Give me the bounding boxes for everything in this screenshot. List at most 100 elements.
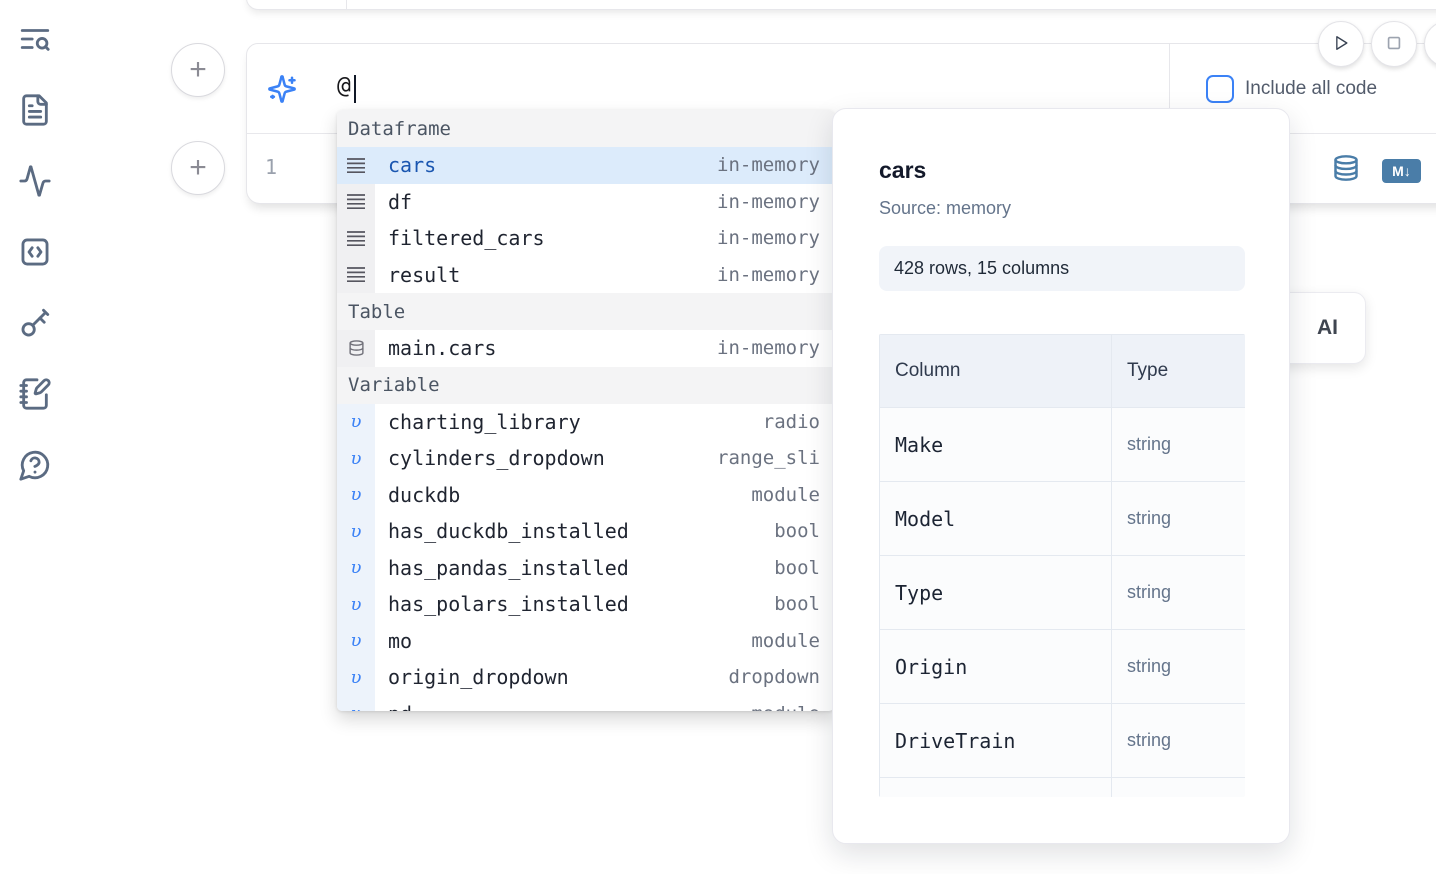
help-button[interactable]: [18, 449, 52, 483]
completion-section-header: Variable: [337, 367, 834, 404]
schema-cell-column: [880, 778, 1112, 798]
completion-item-name: charting_library: [375, 410, 763, 434]
variable-icon: υ: [337, 696, 375, 712]
variable-icon: υ: [337, 404, 375, 441]
database-icon[interactable]: [1332, 154, 1360, 187]
variable-icon: υ: [337, 440, 375, 477]
autocomplete-dropdown: Dataframecarsin-memorydfin-memoryfiltere…: [337, 110, 834, 711]
completion-item-name: origin_dropdown: [375, 665, 728, 689]
completion-item-name: has_pandas_installed: [375, 556, 774, 580]
completion-item-type: module: [751, 630, 834, 652]
completion-item-has_pandas_installed[interactable]: υhas_pandas_installedbool: [337, 550, 834, 587]
schema-row: DriveTrainstring: [880, 704, 1246, 778]
dataframe-preview-panel: cars Source: memory 428 rows, 15 columns…: [832, 108, 1290, 844]
text-cursor: [354, 75, 356, 103]
completion-item-type: in-memory: [717, 264, 834, 286]
schema-cell-column: DriveTrain: [880, 704, 1112, 778]
schema-cell-column: Model: [880, 482, 1112, 556]
completion-item-type: radio: [763, 411, 834, 433]
completion-item-type: in-memory: [717, 154, 834, 176]
schema-row: Modelstring: [880, 482, 1246, 556]
completion-item-filtered_cars[interactable]: filtered_carsin-memory: [337, 220, 834, 257]
completion-item-pd[interactable]: υpdmodule: [337, 696, 834, 712]
completion-item-df[interactable]: dfin-memory: [337, 184, 834, 221]
schema-header-column: Column: [880, 335, 1112, 408]
schema-row: Typestring: [880, 556, 1246, 630]
scratchpad-button[interactable]: [18, 378, 52, 412]
completion-item-name: duckdb: [375, 483, 751, 507]
completion-item-name: cars: [375, 153, 717, 177]
completion-item-name: has_duckdb_installed: [375, 519, 774, 543]
stop-button[interactable]: [1371, 21, 1417, 67]
key-icon: [18, 306, 52, 343]
schema-row: [880, 778, 1246, 798]
completion-item-cylinders_dropdown[interactable]: υcylinders_dropdownrange_sli: [337, 440, 834, 477]
completion-item-name: df: [375, 190, 717, 214]
preview-source: Source: memory: [879, 198, 1245, 219]
completion-item-mo[interactable]: υmomodule: [337, 623, 834, 660]
completion-item-name: filtered_cars: [375, 226, 717, 250]
secrets-button[interactable]: [18, 307, 52, 341]
dataframe-rows-icon: [337, 220, 375, 257]
completion-item-type: dropdown: [728, 666, 834, 688]
variable-icon: υ: [337, 659, 375, 696]
dependencies-button[interactable]: [18, 165, 52, 199]
add-cell-above-button[interactable]: +: [171, 43, 225, 97]
include-all-code-label: Include all code: [1245, 78, 1377, 100]
completion-item-name: mo: [375, 629, 751, 653]
completion-item-name: cylinders_dropdown: [375, 446, 717, 470]
completion-item-cars[interactable]: carsin-memory: [337, 147, 834, 184]
cell-toolbar: M↓: [1332, 154, 1421, 187]
documentation-button[interactable]: [18, 94, 52, 128]
schema-cell-type: string: [1112, 704, 1246, 778]
snippets-button[interactable]: [18, 236, 52, 270]
completion-item-result[interactable]: resultin-memory: [337, 257, 834, 294]
ai-card-label: AI: [1317, 316, 1338, 340]
include-all-code-checkbox[interactable]: [1206, 75, 1234, 103]
schema-cell-type: string: [1112, 482, 1246, 556]
completion-item-name: has_polars_installed: [375, 592, 774, 616]
ai-prompt-input[interactable]: @: [337, 73, 351, 99]
code-snippets-icon: [18, 235, 52, 272]
schema-cell-type: string: [1112, 556, 1246, 630]
schema-row: Makestring: [880, 408, 1246, 482]
dataframe-rows-icon: [337, 147, 375, 184]
play-icon: [1331, 33, 1351, 56]
completion-item-charting_library[interactable]: υcharting_libraryradio: [337, 404, 834, 441]
help-chat-icon: [18, 448, 52, 485]
sidebar: [0, 0, 70, 874]
sparkles-icon: [267, 74, 297, 104]
completion-section-header: Table: [337, 293, 834, 330]
variable-icon: υ: [337, 513, 375, 550]
preview-title: cars: [879, 157, 1245, 184]
completion-item-name: main.cars: [375, 336, 717, 360]
schema-header-type: Type: [1112, 335, 1246, 408]
completion-item-type: bool: [774, 520, 834, 542]
markdown-badge-icon[interactable]: M↓: [1382, 159, 1421, 183]
completion-item-duckdb[interactable]: υduckdbmodule: [337, 477, 834, 514]
schema-row: Originstring: [880, 630, 1246, 704]
completion-section-header: Dataframe: [337, 110, 834, 147]
completion-item-type: in-memory: [717, 337, 834, 359]
completion-item-type: module: [751, 703, 834, 711]
schema-cell-column: Make: [880, 408, 1112, 482]
completion-item-type: in-memory: [717, 191, 834, 213]
schema-cell-type: [1112, 778, 1246, 798]
completion-item-has_polars_installed[interactable]: υhas_polars_installedbool: [337, 586, 834, 623]
completion-item-name: result: [375, 263, 717, 287]
variable-icon: υ: [337, 477, 375, 514]
line-number: 1: [265, 155, 277, 179]
schema-cell-type: string: [1112, 408, 1246, 482]
file-document-icon: [18, 93, 52, 130]
file-explorer-button[interactable]: [18, 23, 52, 57]
variable-icon: υ: [337, 550, 375, 587]
completion-item-main.cars[interactable]: main.carsin-memory: [337, 330, 834, 367]
activity-icon: [18, 164, 52, 201]
add-cell-below-button[interactable]: +: [171, 141, 225, 195]
completion-item-type: module: [751, 484, 834, 506]
run-cell-button[interactable]: [1318, 21, 1364, 67]
preview-shape-badge: 428 rows, 15 columns: [879, 246, 1245, 291]
completion-item-origin_dropdown[interactable]: υorigin_dropdowndropdown: [337, 659, 834, 696]
completion-item-type: bool: [774, 593, 834, 615]
completion-item-has_duckdb_installed[interactable]: υhas_duckdb_installedbool: [337, 513, 834, 550]
